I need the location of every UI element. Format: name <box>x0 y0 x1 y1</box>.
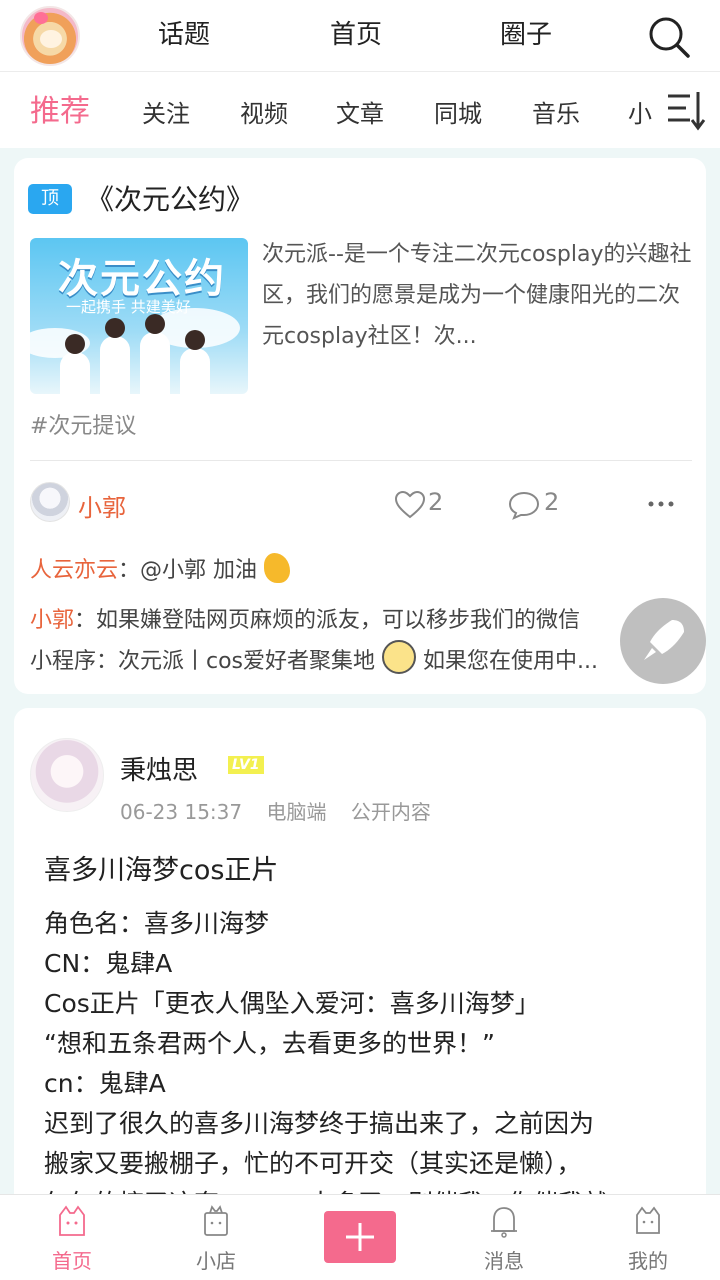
reply-separator: ： <box>118 558 141 583</box>
bottom-nav-label: 我的 <box>628 1249 668 1273</box>
bottom-nav-label: 小店 <box>196 1249 236 1273</box>
reply-text: 如果您在使用中... <box>423 649 599 674</box>
smile-emoji-icon <box>382 640 417 674</box>
post-line: 迟到了很久的喜多川海梦终于搞出来了，之前因为 <box>44 1109 595 1138</box>
flexed-arm-emoji-icon <box>264 553 291 583</box>
top-bar: 话题 首页 圈子 <box>0 0 720 72</box>
bottom-nav-shop[interactable]: 小店 <box>156 1195 276 1280</box>
bottom-nav: 首页 小店 消息 我的 <box>0 1194 720 1280</box>
topic-hashtag[interactable]: #次元提议 <box>30 408 136 440</box>
comment-icon[interactable] <box>508 490 540 520</box>
bottom-nav-home[interactable]: 首页 <box>12 1195 132 1280</box>
post-line: 角色名：喜多川海梦 <box>44 909 270 938</box>
tab-music[interactable]: 音乐 <box>532 94 580 129</box>
bottom-nav-label: 消息 <box>484 1249 524 1273</box>
heart-icon[interactable] <box>394 490 426 520</box>
pinned-badge: 顶 <box>28 184 72 214</box>
cat-home-icon <box>59 1205 85 1236</box>
thumb-figure <box>100 318 130 394</box>
bottom-nav-profile[interactable]: 我的 <box>588 1195 708 1280</box>
add-post-button[interactable] <box>324 1211 396 1263</box>
divider <box>30 460 692 461</box>
more-options-icon[interactable] <box>646 492 676 516</box>
author-avatar[interactable] <box>30 482 70 522</box>
like-count: 2 <box>428 488 444 516</box>
nav-home[interactable]: 首页 <box>330 14 382 51</box>
rocket-icon <box>644 620 684 660</box>
author-name[interactable]: 小郭 <box>78 488 126 523</box>
tab-local[interactable]: 同城 <box>434 94 482 129</box>
post-device: 电脑端 <box>266 800 327 824</box>
post-meta: 06-23 15:37 电脑端 公开内容 <box>120 796 449 825</box>
pinned-post-thumbnail[interactable]: 次元公约 一起携手 共建美好 <box>30 238 248 394</box>
thumb-subtitle-text: 一起携手 共建美好 <box>66 298 191 316</box>
avatar-face <box>40 30 62 48</box>
plus-icon <box>346 1223 374 1251</box>
nav-circles[interactable]: 圈子 <box>500 14 552 51</box>
reply-text: 如果嫌登陆网页麻烦的派友，可以移步我们的微信 <box>96 608 581 633</box>
user-avatar[interactable] <box>20 6 80 66</box>
tab-following[interactable]: 关注 <box>142 94 190 129</box>
tab-more[interactable]: 小 <box>628 94 652 129</box>
thumb-figure <box>180 330 210 394</box>
post-line: cn：鬼肆A <box>44 1069 166 1098</box>
shop-bag-icon <box>204 1205 228 1236</box>
reply-item-continued[interactable]: 小程序：次元派丨cos爱好者聚集地 如果您在使用中... <box>30 640 690 675</box>
post-line: 搬家又要搬棚子，忙的不可开交（其实还是懒）， <box>44 1149 582 1178</box>
tab-video[interactable]: 视频 <box>240 94 288 129</box>
thumb-figure <box>60 334 90 394</box>
post-visibility: 公开内容 <box>350 800 431 824</box>
tab-recommended[interactable]: 推荐 <box>30 86 90 130</box>
post-body[interactable]: 角色名：喜多川海梦 CN：鬼肆A Cos正片「更衣人偶坠入爱河：喜多川海梦」 “… <box>44 904 694 1224</box>
post-line: “想和五条君两个人，去看更多的世界！” <box>44 1029 495 1058</box>
tab-articles[interactable]: 文章 <box>336 94 384 129</box>
reply-text: @小郭 加油 <box>140 558 258 583</box>
comment-count: 2 <box>544 488 560 516</box>
cat-profile-icon <box>636 1206 660 1234</box>
bell-icon <box>491 1207 517 1238</box>
pinned-post-description[interactable]: 次元派--是一个专注二次元cosplay的兴趣社区，我们的愿景是成为一个健康阳光… <box>262 234 692 357</box>
sort-menu-icon[interactable] <box>664 88 706 132</box>
avatar-bow-decoration <box>34 12 48 24</box>
reply-username[interactable]: 人云亦云 <box>30 558 118 583</box>
reply-username[interactable]: 小郭 <box>30 608 74 633</box>
floating-rocket-button[interactable] <box>620 598 706 684</box>
bottom-nav-label: 首页 <box>52 1249 92 1273</box>
pinned-post-title[interactable]: 《次元公约》 <box>86 178 254 218</box>
pinned-post-card[interactable]: 顶 《次元公约》 次元公约 一起携手 共建美好 次元派--是一个专注二次元cos… <box>14 158 706 694</box>
post-author-name[interactable]: 秉烛思 <box>120 750 198 787</box>
level-badge: LV1 <box>228 756 264 774</box>
search-icon[interactable] <box>648 16 690 58</box>
nav-topics[interactable]: 话题 <box>158 14 210 51</box>
post-title[interactable]: 喜多川海梦cos正片 <box>44 848 278 887</box>
reply-item[interactable]: 小郭：如果嫌登陆网页麻烦的派友，可以移步我们的微信 <box>30 602 690 634</box>
post-author-avatar[interactable] <box>30 738 104 812</box>
post-date: 06-23 15:37 <box>120 800 243 824</box>
post-line: Cos正片「更衣人偶坠入爱河：喜多川海梦」 <box>44 989 540 1018</box>
category-tabs: 推荐 关注 视频 文章 同城 音乐 小 <box>0 72 720 148</box>
thumb-figure <box>140 314 170 394</box>
reply-separator: ： <box>74 608 97 633</box>
reply-item[interactable]: 人云亦云：@小郭 加油 <box>30 552 291 584</box>
post-line: CN：鬼肆A <box>44 949 173 978</box>
reply-text: 小程序：次元派丨cos爱好者聚集地 <box>30 649 376 674</box>
bottom-nav-messages[interactable]: 消息 <box>444 1195 564 1280</box>
